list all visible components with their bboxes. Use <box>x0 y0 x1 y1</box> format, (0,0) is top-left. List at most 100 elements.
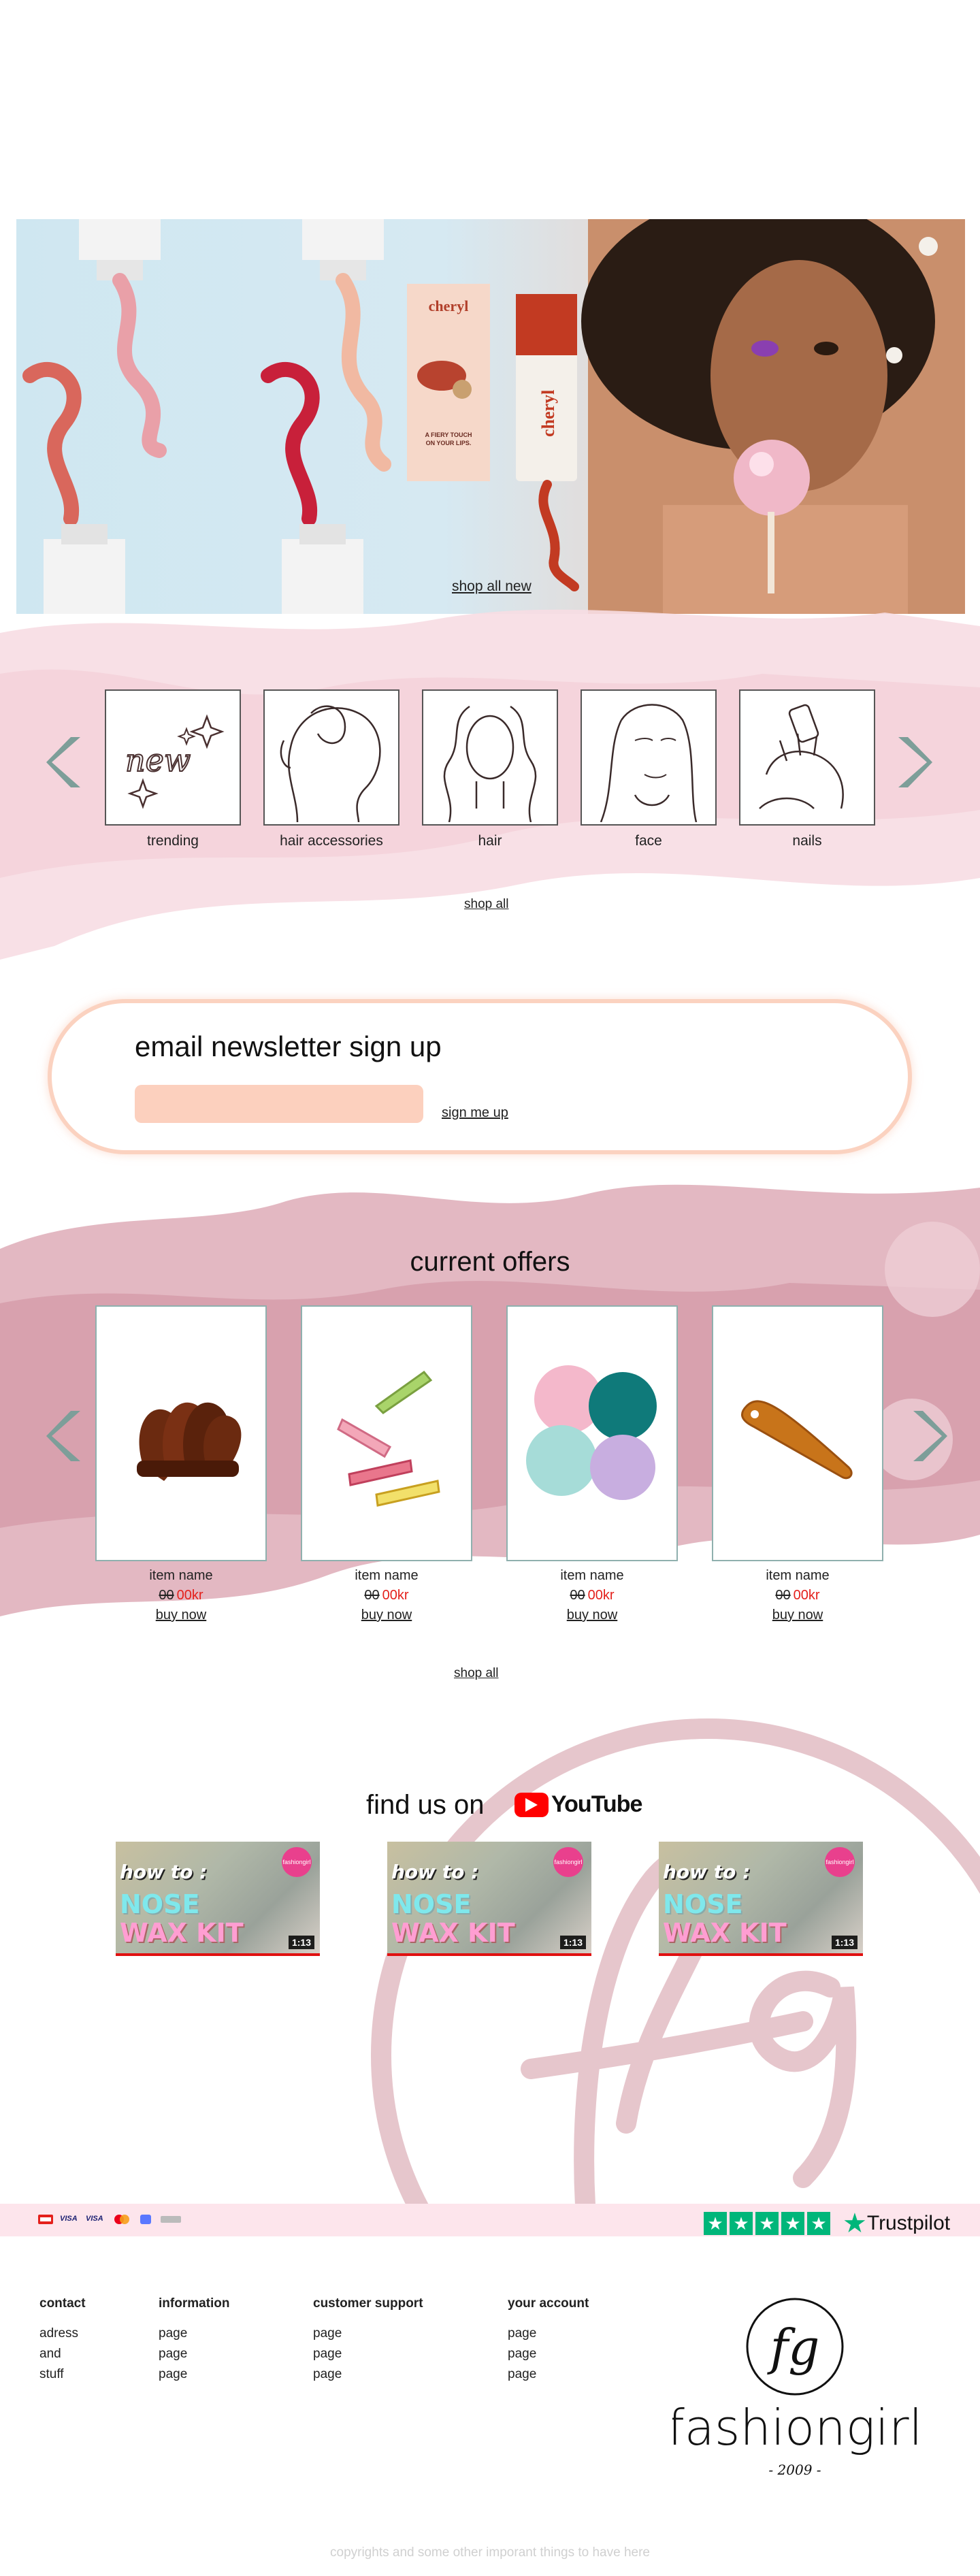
offer-item-image <box>95 1305 267 1561</box>
buy-now-link[interactable]: buy now <box>95 1608 267 1623</box>
hero-banner[interactable]: cheryl A FIERY TOUCH ON YOUR LIPS. chery… <box>16 219 965 614</box>
trustpilot-logo: ★ Trustpilot <box>837 2208 950 2239</box>
sale-price: 00kr <box>382 1588 409 1603</box>
footer-link[interactable]: page <box>508 2364 589 2385</box>
dankort-icon <box>38 2215 53 2224</box>
shop-all-categories-link[interactable]: shop all <box>464 897 509 912</box>
footer-link[interactable]: page <box>508 2324 589 2344</box>
video-title-line-3: WAX KIT <box>120 1918 244 1948</box>
newsletter-email-input[interactable] <box>135 1085 423 1123</box>
video-thumbnail[interactable]: fashiongirl how to : NOSE WAX KIT 1:13 <box>387 1842 591 1956</box>
category-face[interactable]: face <box>581 689 717 851</box>
offer-item-name: item name <box>766 1568 830 1583</box>
category-image <box>263 689 399 826</box>
categories-next-arrow-icon[interactable] <box>897 732 932 793</box>
buy-now-link[interactable]: buy now <box>712 1608 883 1623</box>
mobilepay-icon <box>140 2215 151 2224</box>
category-image <box>581 689 717 826</box>
offer-item-price: 00 00kr <box>712 1588 883 1603</box>
logo-wordmark: fashiongirl <box>672 2399 917 2456</box>
youtube-logo[interactable]: YouTube <box>514 1791 642 1818</box>
trustpilot-star-icon: ★ <box>807 2212 830 2235</box>
buy-now-link[interactable]: buy now <box>506 1608 678 1623</box>
video-thumbnail[interactable]: fashiongirl how to : NOSE WAX KIT 1:13 <box>659 1842 863 1956</box>
new-sparkle-icon: new <box>125 714 225 809</box>
video-title-line-1: how to : <box>391 1861 479 1883</box>
footer-column-information: information page page page <box>159 2296 230 2385</box>
footer-link[interactable]: page <box>313 2364 423 2385</box>
offers-prev-arrow-icon[interactable] <box>46 1405 82 1467</box>
offer-item-image <box>506 1305 678 1561</box>
offer-item[interactable]: item name 00 00kr buy now <box>506 1305 678 1623</box>
page: cheryl A FIERY TOUCH ON YOUR LIPS. chery… <box>0 0 980 2576</box>
category-hair[interactable]: hair <box>422 689 558 851</box>
video-channel-badge: fashiongirl <box>553 1847 583 1877</box>
footer-column-heading: your account <box>508 2296 589 2311</box>
offer-item-image <box>712 1305 883 1561</box>
video-channel-badge: fashiongirl <box>825 1847 855 1877</box>
copyright-text: copyrights and some other imporant thing… <box>330 2545 650 2560</box>
hair-clip-profile-icon <box>280 705 381 822</box>
visa-icon: VISA <box>60 2215 78 2223</box>
applepay-icon <box>161 2216 181 2223</box>
svg-text:cheryl: cheryl <box>538 390 558 437</box>
claw-clip-product-icon <box>137 1402 242 1481</box>
video-duration: 1:13 <box>288 1936 314 1949</box>
footer-column-heading: customer support <box>313 2296 423 2311</box>
footer-link[interactable]: page <box>159 2324 230 2344</box>
video-title-line-1: how to : <box>120 1861 208 1883</box>
sale-price: 00kr <box>176 1588 203 1603</box>
category-trending[interactable]: new trending <box>105 689 241 851</box>
offers-title: current offers <box>410 1247 570 1277</box>
footer-column-heading: information <box>159 2296 230 2311</box>
category-image <box>739 689 875 826</box>
offers-next-arrow-icon[interactable] <box>912 1405 947 1467</box>
category-nails[interactable]: nails <box>739 689 875 851</box>
video-thumbnail[interactable]: fashiongirl how to : NOSE WAX KIT 1:13 <box>116 1842 320 1956</box>
mastercard-icon <box>114 2215 129 2224</box>
footer-column-heading: contact <box>39 2296 86 2311</box>
youtube-section-title: find us on <box>366 1790 485 1820</box>
footer-link[interactable]: page <box>313 2344 423 2364</box>
trustpilot-star-icon: ★ <box>755 2212 779 2235</box>
sale-price: 00kr <box>587 1588 615 1603</box>
trustpilot-star-icon: ★ <box>781 2212 804 2235</box>
svg-text:cheryl: cheryl <box>429 297 469 314</box>
svg-text:ON YOUR LIPS.: ON YOUR LIPS. <box>426 440 472 446</box>
video-title-line-1: how to : <box>663 1861 751 1883</box>
footer-link: stuff <box>39 2367 64 2381</box>
trustpilot-rating[interactable]: ★ ★ ★ ★ ★ ★ Trustpilot <box>704 2208 950 2239</box>
old-price: 00 <box>570 1588 585 1603</box>
fashiongirl-logo[interactable]: fg fashiongirl - 2009 - <box>672 2294 917 2491</box>
sign-me-up-button[interactable]: sign me up <box>442 1105 508 1121</box>
categories-prev-arrow-icon[interactable] <box>46 732 82 793</box>
old-price: 00 <box>364 1588 380 1603</box>
visa-electron-icon: VISA <box>86 2215 103 2223</box>
logo-year: - 2009 - <box>768 2462 821 2478</box>
category-image: new <box>105 689 241 826</box>
category-label: hair accessories <box>280 833 383 849</box>
video-duration: 1:13 <box>831 1936 858 1949</box>
offer-item[interactable]: item name 00 00kr buy now <box>712 1305 883 1623</box>
category-label: trending <box>147 833 199 849</box>
footer-link[interactable]: page <box>313 2324 423 2344</box>
logo-monogram: fg <box>767 2319 820 2376</box>
footer-link[interactable]: page <box>159 2364 230 2385</box>
svg-text:A FIERY TOUCH: A FIERY TOUCH <box>425 431 472 438</box>
face-line-art-icon <box>600 704 698 822</box>
shop-all-offers-link[interactable]: shop all <box>454 1666 499 1681</box>
offer-item-price: 00 00kr <box>506 1588 678 1603</box>
orange-clip-product-icon <box>740 1400 853 1480</box>
sale-price: 00kr <box>793 1588 820 1603</box>
category-hair-accessories[interactable]: hair accessories <box>263 689 399 851</box>
newsletter-title: email newsletter sign up <box>135 1030 442 1062</box>
svg-text:new: new <box>125 742 191 779</box>
offer-item-name: item name <box>355 1568 419 1583</box>
offer-item[interactable]: item name 00 00kr buy now <box>301 1305 472 1623</box>
footer-link[interactable]: page <box>508 2344 589 2364</box>
category-image <box>422 689 558 826</box>
footer-link[interactable]: page <box>159 2344 230 2364</box>
offer-item[interactable]: item name 00 00kr buy now <box>95 1305 267 1623</box>
old-price: 00 <box>159 1588 174 1603</box>
buy-now-link[interactable]: buy now <box>301 1608 472 1623</box>
